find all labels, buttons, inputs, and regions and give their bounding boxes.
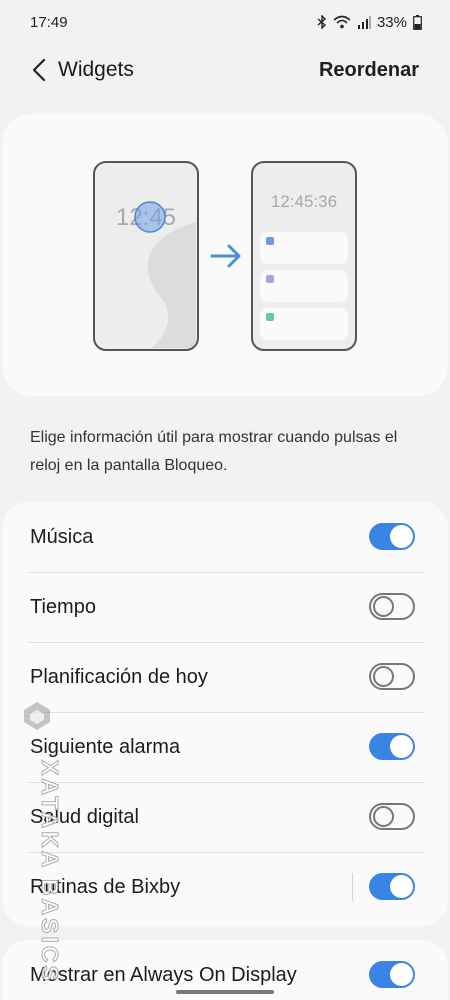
row-divider: [352, 873, 353, 901]
preview-after-time: 12:45:36: [271, 192, 337, 211]
list-item-label: Salud digital: [30, 805, 139, 828]
battery-percent: 33%: [376, 13, 407, 31]
reorder-button[interactable]: Reordenar: [319, 59, 419, 82]
siguiente-alarma-toggle[interactable]: [369, 733, 415, 760]
status-icons: 33%: [317, 14, 422, 31]
list-item-label: Tiempo: [30, 595, 96, 618]
arrow-right-icon: [210, 244, 241, 268]
toggle-knob: [373, 806, 394, 827]
navigation-handle[interactable]: [176, 990, 274, 994]
list-item-label: Siguiente alarma: [30, 735, 181, 758]
list-item-rutinas-bixby[interactable]: Rutinas de Bixby: [2, 852, 448, 922]
list-item-tiempo[interactable]: Tiempo: [2, 572, 448, 642]
toggle-knob: [390, 963, 413, 986]
preview-widget-dot: [266, 313, 274, 321]
preview-widget-card: [260, 308, 348, 340]
app-header: Widgets Reordenar: [0, 44, 450, 96]
status-bar: 17:49 33%: [0, 0, 450, 44]
page-title: Widgets: [58, 58, 134, 81]
tiempo-toggle[interactable]: [369, 593, 415, 620]
list-item-musica[interactable]: Música: [2, 502, 448, 572]
status-time: 17:49: [30, 13, 68, 31]
list-item-label: Rutinas de Bixby: [30, 875, 181, 898]
touch-indicator: [134, 201, 166, 233]
list-item-label: Planificación de hoy: [30, 665, 208, 688]
preview-widget-card: [260, 232, 348, 264]
preview-widget-card: [260, 270, 348, 302]
toggle-knob: [390, 525, 413, 548]
back-arrow-icon: [32, 58, 46, 82]
toggle-knob: [373, 666, 394, 687]
battery-icon: [413, 14, 422, 30]
rutinas-bixby-toggle[interactable]: [369, 873, 415, 900]
description-text: Elige información útil para mostrar cuan…: [30, 429, 398, 474]
lock-screen-illustration: 12:45 12:45:36: [93, 161, 357, 351]
preview-widget-dot: [266, 275, 274, 283]
list-item-siguiente-alarma[interactable]: Siguiente alarma: [2, 712, 448, 782]
salud-digital-toggle[interactable]: [369, 803, 415, 830]
toggle-knob: [390, 875, 413, 898]
list-item-label: Música: [30, 525, 94, 548]
widgets-list: Música Tiempo Planificación de hoy Sigui…: [2, 502, 448, 926]
list-item-label: Mostrar en Always On Display: [30, 963, 297, 986]
wifi-icon: [333, 15, 351, 29]
planificacion-toggle[interactable]: [369, 663, 415, 690]
list-item-salud-digital[interactable]: Salud digital: [2, 782, 448, 852]
toggle-knob: [373, 596, 394, 617]
musica-toggle[interactable]: [369, 523, 415, 550]
toggle-knob: [390, 735, 413, 758]
bluetooth-icon: [317, 15, 326, 29]
always-on-toggle[interactable]: [369, 961, 415, 988]
preview-card: 12:45 12:45:36: [2, 114, 448, 396]
list-item-planificacion[interactable]: Planificación de hoy: [2, 642, 448, 712]
preview-widget-dot: [266, 237, 274, 245]
back-button[interactable]: [0, 44, 60, 96]
signal-icon: [357, 16, 371, 29]
